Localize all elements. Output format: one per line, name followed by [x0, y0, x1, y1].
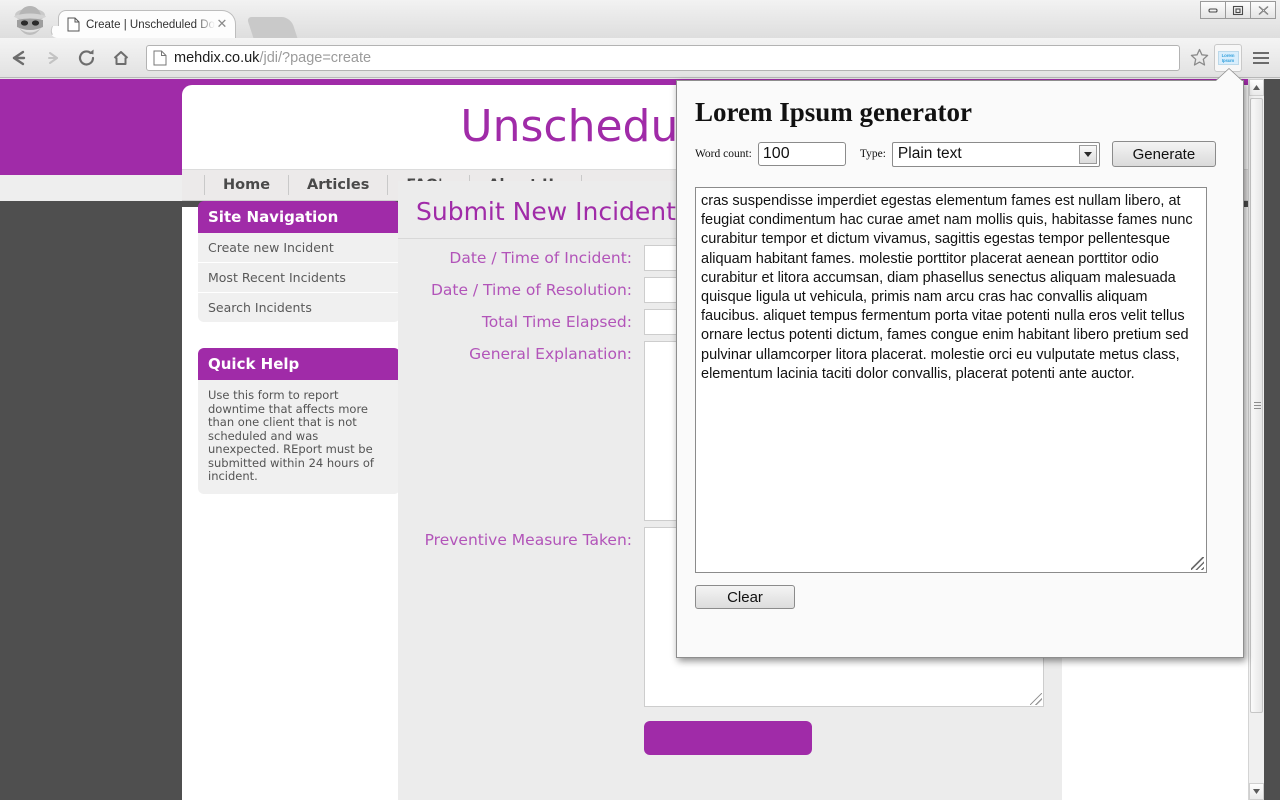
browser-toolbar: mehdix.co.uk/jdi/?page=create Lorem Ipsu…	[0, 38, 1280, 78]
site-navigation-panel: Site Navigation Create new Incident Most…	[198, 201, 400, 322]
chevron-down-icon[interactable]	[1079, 145, 1097, 164]
popup-controls: Word count: 100 Type: Plain text Generat…	[677, 128, 1243, 167]
lorem-ipsum-popup: Lorem Ipsum generator Word count: 100 Ty…	[676, 80, 1244, 658]
site-navigation-heading: Site Navigation	[198, 201, 400, 233]
browser-titlebar: Create | Unscheduled Dow ✕	[0, 0, 1280, 38]
page-favicon-icon	[67, 17, 80, 32]
generate-button[interactable]: Generate	[1112, 141, 1216, 167]
tab-title: Create | Unscheduled Dow	[86, 19, 215, 31]
popup-arrow	[1216, 69, 1242, 81]
label-resolution-datetime: Date / Time of Resolution:	[416, 277, 644, 303]
lorem-ipsum-extension-button[interactable]: Lorem Ipsum	[1214, 44, 1242, 72]
sidebar-item-search-incidents[interactable]: Search Incidents	[198, 293, 400, 322]
word-count-label: Word count:	[695, 148, 752, 160]
home-button[interactable]	[106, 43, 136, 73]
ext-badge-line2: Ipsum	[1219, 58, 1238, 63]
label-preventive-measure: Preventive Measure Taken:	[416, 527, 644, 553]
incognito-avatar-icon	[6, 4, 54, 38]
resize-grip-icon[interactable]	[1030, 693, 1042, 705]
label-general-explanation: General Explanation:	[416, 341, 644, 367]
quick-help-panel: Quick Help Use this form to report downt…	[198, 348, 400, 494]
nav-item-articles[interactable]: Articles	[289, 175, 388, 195]
submit-button[interactable]	[644, 721, 812, 755]
close-button[interactable]	[1250, 1, 1276, 19]
scrollbar-down-arrow-icon[interactable]	[1249, 783, 1264, 800]
menu-bar-2	[1253, 57, 1269, 59]
quick-help-body: Use this form to report downtime that af…	[198, 380, 400, 494]
lorem-output-text: cras suspendisse imperdiet egestas eleme…	[701, 193, 1193, 382]
browser-tab[interactable]: Create | Unscheduled Dow ✕	[58, 10, 236, 38]
page-info-icon	[153, 50, 167, 66]
menu-bar-1	[1253, 52, 1269, 54]
resize-grip-icon[interactable]	[1191, 557, 1204, 570]
label-incident-datetime: Date / Time of Incident:	[416, 245, 644, 271]
back-button[interactable]	[4, 43, 34, 73]
menu-bar-3	[1253, 62, 1269, 64]
bookmark-star-icon[interactable]	[1186, 45, 1212, 71]
forward-button	[38, 43, 68, 73]
scrollbar-thumb[interactable]	[1250, 98, 1263, 713]
sidebar-item-create-new-incident[interactable]: Create new Incident	[198, 233, 400, 263]
maximize-button[interactable]	[1225, 1, 1251, 19]
scrollbar-up-arrow-icon[interactable]	[1249, 79, 1264, 96]
clear-button[interactable]: Clear	[695, 585, 795, 609]
page-scrollbar[interactable]	[1248, 79, 1264, 800]
address-bar[interactable]: mehdix.co.uk/jdi/?page=create	[146, 45, 1180, 71]
sidebar: Site Navigation Create new Incident Most…	[198, 201, 400, 520]
minimize-button[interactable]	[1200, 1, 1226, 19]
quick-help-heading: Quick Help	[198, 348, 400, 380]
new-tab-button[interactable]	[247, 17, 298, 38]
url-path: /jdi/?page=create	[259, 50, 371, 66]
label-total-time-elapsed: Total Time Elapsed:	[416, 309, 644, 335]
reload-button[interactable]	[72, 43, 102, 73]
lorem-ipsum-extension-icon: Lorem Ipsum	[1218, 51, 1239, 65]
address-bar-url: mehdix.co.uk/jdi/?page=create	[174, 50, 371, 66]
type-select-value: Plain text	[898, 145, 962, 163]
type-label: Type:	[860, 148, 886, 160]
window-controls	[1201, 1, 1276, 19]
browser-window: Create | Unscheduled Dow ✕	[0, 0, 1280, 800]
word-count-input[interactable]: 100	[758, 142, 846, 166]
browser-menu-button[interactable]	[1246, 44, 1276, 72]
url-host: mehdix.co.uk	[174, 50, 259, 66]
tab-close-icon[interactable]: ✕	[215, 18, 229, 32]
lorem-output-textarea[interactable]: cras suspendisse imperdiet egestas eleme…	[695, 187, 1207, 573]
form-submit-row	[398, 707, 1062, 755]
sidebar-item-most-recent-incidents[interactable]: Most Recent Incidents	[198, 263, 400, 293]
popup-title: Lorem Ipsum generator	[677, 81, 1243, 128]
nav-item-home[interactable]: Home	[204, 175, 289, 195]
type-select[interactable]: Plain text	[892, 142, 1100, 167]
